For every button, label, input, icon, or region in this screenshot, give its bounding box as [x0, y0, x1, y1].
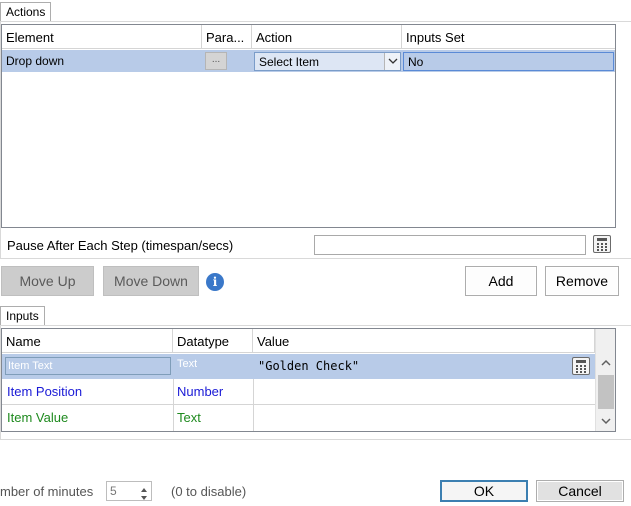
cell-name: Item Position: [7, 384, 83, 399]
value-editor[interactable]: "Golden Check": [253, 355, 595, 378]
chevron-down-icon[interactable]: [384, 53, 400, 70]
chevron-up-icon[interactable]: [596, 353, 616, 373]
move-up-button[interactable]: Move Up: [1, 266, 94, 296]
scrollbar-thumb[interactable]: [598, 375, 614, 409]
column-header-value[interactable]: Value: [253, 329, 595, 353]
calculator-icon[interactable]: [572, 357, 590, 375]
inputs-set-value: No: [408, 55, 424, 69]
cell-value: "Golden Check": [258, 359, 360, 373]
disable-hint: (0 to disable): [171, 484, 247, 499]
ok-button[interactable]: OK: [440, 480, 528, 502]
action-dropdown[interactable]: Select Item: [254, 52, 401, 71]
vertical-scrollbar[interactable]: [595, 329, 615, 431]
tab-inputs-label: Inputs: [6, 309, 39, 323]
table-row[interactable]: Drop down ... Select Item No: [2, 50, 615, 72]
cancel-button[interactable]: Cancel: [536, 480, 624, 502]
minutes-stepper[interactable]: 5: [106, 481, 152, 501]
cell-name: Item Value: [7, 410, 69, 425]
chevron-up-icon[interactable]: [137, 482, 151, 492]
remove-button[interactable]: Remove: [545, 266, 619, 296]
inputs-set-field[interactable]: No: [403, 52, 614, 71]
table-row[interactable]: Item Value Text: [2, 405, 595, 431]
move-down-button[interactable]: Move Down: [103, 266, 199, 296]
column-header-element[interactable]: Element: [2, 25, 202, 49]
parameters-button[interactable]: ...: [205, 52, 227, 70]
cell-name-editor[interactable]: Item Text: [5, 357, 171, 375]
cell-name: Item Text: [8, 360, 53, 372]
actions-grid: Element Para... Action Inputs Set Drop d…: [1, 24, 616, 228]
column-header-inputs-set[interactable]: Inputs Set: [402, 25, 615, 49]
minutes-value: 5: [110, 484, 117, 498]
column-header-parameters[interactable]: Para...: [202, 25, 252, 49]
pause-input[interactable]: [314, 235, 586, 255]
inputs-grid: Name Datatype Value Item Text Text "Gold…: [1, 328, 616, 432]
column-header-action[interactable]: Action: [252, 25, 402, 49]
chevron-down-icon[interactable]: [596, 411, 616, 431]
cell-datatype: Number: [177, 384, 224, 399]
info-icon[interactable]: i: [206, 273, 224, 291]
pause-label: Pause After Each Step (timespan/secs): [7, 238, 234, 253]
action-dropdown-value: Select Item: [259, 55, 320, 69]
column-header-datatype[interactable]: Datatype: [173, 329, 253, 353]
table-row[interactable]: Item Text Text "Golden Check": [2, 354, 595, 379]
chevron-down-icon[interactable]: [137, 491, 151, 500]
add-button[interactable]: Add: [465, 266, 537, 296]
minutes-label: mber of minutes: [0, 484, 94, 499]
table-row[interactable]: Item Position Number: [2, 379, 595, 405]
tab-actions[interactable]: Actions: [0, 2, 52, 21]
cell-element: Drop down: [6, 54, 65, 68]
calculator-icon[interactable]: [593, 235, 611, 253]
column-header-name[interactable]: Name: [2, 329, 173, 353]
cell-datatype: Text: [177, 358, 198, 370]
tab-actions-label: Actions: [6, 5, 46, 19]
tab-inputs[interactable]: Inputs: [0, 306, 45, 325]
cell-datatype: Text: [177, 410, 201, 425]
